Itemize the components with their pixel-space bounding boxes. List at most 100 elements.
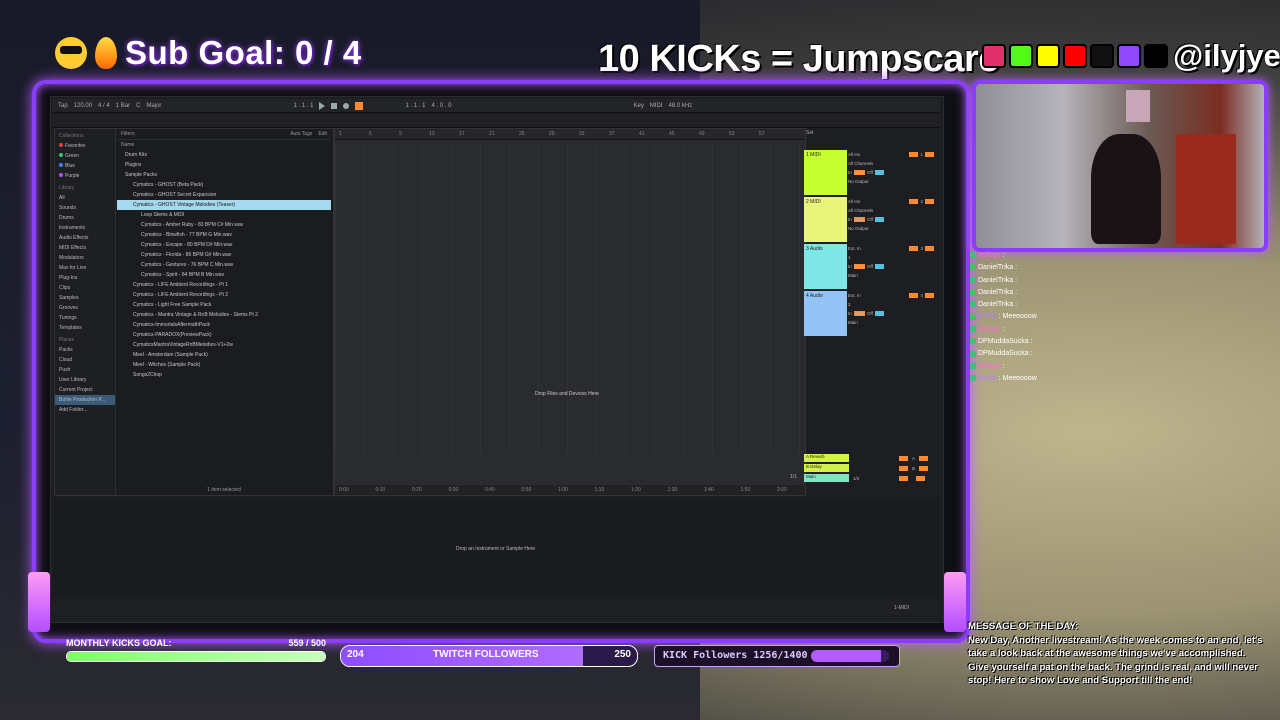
chat-username[interactable]: eeliege [978,363,1001,370]
track-activator-button[interactable] [909,152,919,157]
return-activator-button[interactable] [899,475,908,481]
stop-icon[interactable] [331,102,338,109]
auto-tags-toggle[interactable]: Auto Tags [290,131,312,137]
input-channel-select[interactable]: All Channels [848,161,873,166]
time-ruler[interactable]: 0:00 0:10 0:20 0:30 0:40 0:50 1:00 1:10 1:20 1:30… [335,485,805,495]
input-channel-select[interactable]: All Channels [848,208,873,213]
monitor-off[interactable]: Off [867,264,873,269]
browser-file-item[interactable]: Cymatics - Spirit - 84 BPM B Min.wav [117,270,331,280]
input-type-select[interactable]: All Ins [848,152,860,157]
browser-file-item[interactable]: Drum Kits [117,150,331,160]
track-header[interactable]: 2 MIDI [804,197,847,242]
time-signature[interactable]: 4 / 4 [98,103,110,109]
monitor-auto[interactable]: Auto [853,170,866,175]
browser-file-item[interactable]: Cymatics - Florida - 86 BPM G# Min.wav [117,250,331,260]
browser-file-item[interactable]: Loop Stems & MIDI [117,210,331,220]
chat-username[interactable]: Bckile [978,375,997,382]
volume-slider[interactable] [874,311,884,316]
output-select[interactable]: No Output [848,179,869,184]
return-activator-button[interactable] [899,465,908,471]
midi-map-button[interactable]: MIDI [650,103,663,109]
output-select[interactable]: No Output [848,226,869,231]
return-activator-button[interactable] [899,455,908,461]
library-item[interactable]: Sounds [55,203,115,213]
browser-file-item[interactable]: Cymatics - GHOST (Beta Pack) [117,180,331,190]
monitor-in[interactable]: In [848,217,852,222]
places-item[interactable]: Bohle Production P... [55,395,115,405]
scale-select[interactable]: Major [146,103,161,109]
library-item[interactable]: Audio Effects [55,233,115,243]
input-channel-select[interactable]: 2 [848,302,851,307]
library-item[interactable]: Instruments [55,223,115,233]
track-name[interactable]: 1 MIDI [804,150,847,160]
volume-slider[interactable] [874,264,884,269]
library-item[interactable]: Drums [55,213,115,223]
volume-slider[interactable] [874,217,884,222]
monitor-auto[interactable]: Auto [853,217,866,222]
monitor-off[interactable]: Off [867,311,873,316]
track-activator-button[interactable] [909,246,919,251]
return-track-name[interactable]: B Delay [804,464,849,472]
places-item[interactable]: User Library [55,375,115,385]
browser-file-item[interactable]: Songs2Chop [117,370,331,380]
places-item[interactable]: Cloud [55,355,115,365]
tempo-field[interactable]: 120.00 [74,103,92,109]
browser-file-item[interactable]: Cymatics - LIFE Ambient Recordings - Pt … [117,290,331,300]
set-button[interactable]: Set [806,130,814,136]
return-track-name[interactable]: A Reverb [804,454,849,462]
library-item[interactable]: Modulators [55,253,115,263]
loop-start-field[interactable]: 1 . 1 . 1 [405,103,425,109]
library-item[interactable]: Templates [55,323,115,333]
volume-slider[interactable] [874,170,884,175]
browser-file-item[interactable]: Sample Packs [117,170,331,180]
library-item[interactable]: Clips [55,283,115,293]
library-item[interactable]: Plug-Ins [55,273,115,283]
library-item[interactable]: All [55,193,115,203]
library-item[interactable]: MIDI Effects [55,243,115,253]
track-header[interactable]: 3 Audio [804,244,847,289]
chat-username[interactable]: DanielTrika [978,264,1013,271]
monitor-auto[interactable]: Auto [853,311,866,316]
arrangement-record-icon[interactable] [355,101,364,110]
input-type-select[interactable]: Ext. In [848,246,861,251]
places-item[interactable]: Packs [55,345,115,355]
chat-username[interactable]: Bckile [978,313,997,320]
browser-file-item[interactable]: Cymatics - GHOST Secret Expansion [117,190,331,200]
bar-ruler[interactable]: 1 5 9 13 17 21 25 29 33 37 41 45 49 53 57 [335,129,805,140]
browser-file-item[interactable]: Meel - Amsterdam (Sample Pack) [117,350,331,360]
input-type-select[interactable]: Ext. In [848,293,861,298]
browser-file-item[interactable]: Cymatics - Amber Ruby - 83 BPM C# Min.wa… [117,220,331,230]
track-activator-button[interactable] [909,293,919,298]
browser-file-item[interactable]: Cymatics - Gestures - 76 BPM C Min.wav [117,260,331,270]
browser-file-item[interactable]: Cymatics-PARADOX(PreviewPack) [117,330,331,340]
arrangement-grid[interactable] [335,143,805,453]
places-item[interactable]: Add Folder... [55,405,115,415]
chat-username[interactable]: DanielTrika [978,289,1013,296]
arm-button[interactable] [925,199,934,204]
browser-file-item[interactable]: CymaticsMantraVintageRnBMelodies-V1+2w [117,340,331,350]
monitor-off[interactable]: Off [867,170,873,175]
key-select[interactable]: C [136,103,140,109]
browser-file-item[interactable]: Cymatics - Escape - 80 BPM D# Min.wav [117,240,331,250]
output-select[interactable]: Main [848,273,858,278]
track-name[interactable]: 4 Audio [804,291,847,301]
tap-button[interactable]: Tap [58,103,68,109]
browser-file-item[interactable]: Meel - Witches (Sample Pack) [117,360,331,370]
track-name[interactable]: 2 MIDI [804,197,847,207]
browser-file-item[interactable]: Cymatics - Blowfish - 77 BPM G Min.wav [117,230,331,240]
filters-button[interactable]: Filters [121,131,135,137]
chat-username[interactable]: DanielTrika [978,301,1013,308]
monitor-in[interactable]: In [848,170,852,175]
quantize-select[interactable]: 1 Bar [116,103,130,109]
browser-file-item[interactable]: Cymatics-ImmortalsAftermathPack [117,320,331,330]
name-column-header[interactable]: Name [117,140,331,150]
track-header[interactable]: 4 Audio [804,291,847,336]
places-item[interactable]: Push [55,365,115,375]
library-item[interactable]: Max for Live [55,263,115,273]
browser-file-item[interactable]: Cymatics - LIFE Ambient Recordings - Pt … [117,280,331,290]
return-solo-button[interactable] [919,465,929,471]
library-item[interactable]: Tunings [55,313,115,323]
chat-username[interactable]: DanielTrika [978,277,1013,284]
track-name[interactable]: 3 Audio [804,244,847,254]
position-field[interactable]: 1 . 1 . 1 [293,103,313,109]
